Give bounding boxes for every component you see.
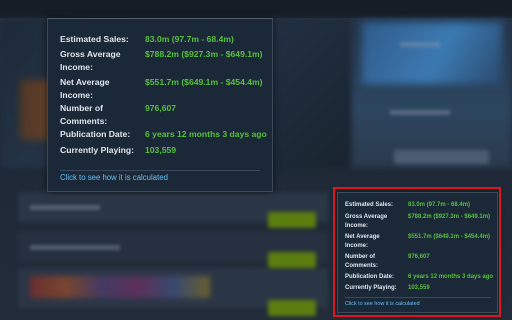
comments-label: Number of Comments: [60, 103, 108, 126]
publication-date-value: 6 years 12 months 3 days ago [408, 274, 494, 280]
comments-label: Number of Comments: [345, 254, 379, 269]
net-income-label: Net Average Income: [60, 77, 110, 100]
net-income-value: $551.7m ($649.1m - $454.4m) [408, 234, 491, 240]
background-purchase-button [268, 212, 316, 228]
currently-playing-label: Currently Playing: [60, 145, 135, 155]
publication-date-value: 6 years 12 months 3 days ago [145, 129, 267, 139]
background-side-button [394, 150, 489, 164]
background-text [400, 42, 440, 47]
background-side-image [362, 22, 502, 84]
estimated-sales-value: 83.0m (97.7m - 68.4m) [408, 202, 471, 208]
gross-income-label: Gross Average Income: [60, 49, 121, 72]
estimated-sales-label: Estimated Sales: [60, 34, 129, 44]
comments-value: 976,607 [408, 254, 430, 260]
gross-income-label: Gross Average Income: [345, 214, 388, 229]
estimated-sales-label: Estimated Sales: [345, 202, 394, 208]
gross-income-value: $788.2m ($927.3m - $649.1m) [145, 49, 263, 59]
sales-tooltip-zoomed: Estimated Sales: 83.0m (97.7m - 68.4m) G… [47, 18, 273, 192]
calculation-info-link[interactable]: Click to see how it is calculated [345, 301, 420, 308]
currently-playing-value: 103,559 [145, 145, 177, 155]
publication-date-label: Publication Date: [60, 129, 131, 139]
background-header [0, 0, 512, 18]
currently-playing-value: 103,559 [408, 285, 430, 291]
currently-playing-label: Currently Playing: [345, 285, 397, 291]
net-income-value: $551.7m ($649.1m - $454.4m) [145, 77, 263, 87]
comments-value: 976,607 [145, 103, 177, 113]
background-text [30, 205, 100, 210]
sales-tooltip: Estimated Sales: 83.0m (97.7m - 68.4m) G… [337, 192, 498, 313]
background-purchase-button [268, 300, 316, 316]
tooltip-divider [345, 297, 491, 298]
background-thumbnail-strip [30, 276, 210, 298]
tooltip-divider [60, 170, 260, 171]
estimated-sales-value: 83.0m (97.7m - 68.4m) [145, 34, 234, 44]
net-income-label: Net Average Income: [345, 234, 380, 249]
background-purchase-button [268, 252, 316, 268]
calculation-info-link[interactable]: Click to see how it is calculated [60, 173, 168, 183]
screenshot-stage: Estimated Sales: 83.0m (97.7m - 68.4m) G… [0, 0, 512, 320]
background-text [30, 245, 120, 250]
publication-date-label: Publication Date: [345, 274, 395, 280]
gross-income-value: $788.2m ($927.3m - $649.1m) [408, 214, 491, 220]
background-text [390, 110, 450, 115]
